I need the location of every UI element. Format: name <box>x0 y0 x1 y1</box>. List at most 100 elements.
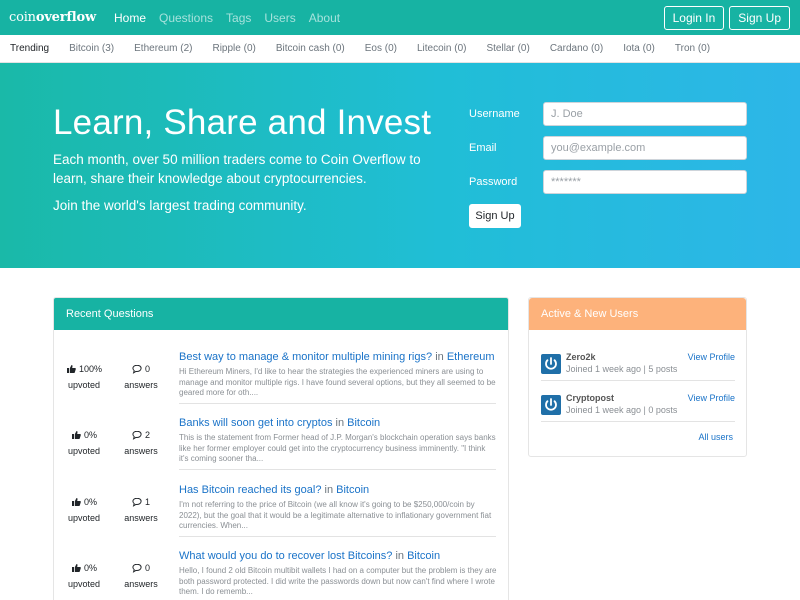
all-users-link[interactable]: All users <box>698 432 733 442</box>
question-excerpt: Hi Ethereum Miners, I'd like to hear the… <box>179 367 496 397</box>
question-title[interactable]: Has Bitcoin reached its goal? in Bitcoin <box>179 484 499 496</box>
thumbs-up-icon <box>71 563 81 573</box>
view-profile-link[interactable]: View Profile <box>688 393 735 403</box>
nav-link-questions[interactable]: Questions <box>159 11 213 25</box>
answer-count: 1 <box>144 497 150 507</box>
hero-section: Learn, Share and Invest Each month, over… <box>0 63 800 268</box>
question-category-link[interactable]: Bitcoin <box>336 484 369 496</box>
nav-link-home[interactable]: Home <box>114 11 146 25</box>
chat-bubble-icon <box>132 563 142 573</box>
question-divider <box>179 536 496 537</box>
question-excerpt: I'm not referring to the price of Bitcoi… <box>179 500 492 530</box>
view-profile-link[interactable]: View Profile <box>688 352 735 362</box>
trending-item-bitcoin[interactable]: Bitcoin (3) <box>69 43 114 54</box>
answers-label: answers <box>124 446 158 456</box>
user-divider <box>541 421 735 422</box>
question-title[interactable]: What would you do to recover lost Bitcoi… <box>179 550 499 562</box>
question-item: 0% upvoted 0 answers What would you do t… <box>54 550 508 600</box>
signup-submit-button[interactable]: Sign Up <box>469 204 521 228</box>
user-name[interactable]: Zero2k <box>566 352 596 362</box>
question-category-link[interactable]: Bitcoin <box>347 417 380 429</box>
in-label: in <box>435 351 444 363</box>
trending-item-bitcoin-cash[interactable]: Bitcoin cash (0) <box>276 43 345 54</box>
answers-label: answers <box>124 513 158 523</box>
question-divider <box>179 469 496 470</box>
question-title[interactable]: Best way to manage & monitor multiple mi… <box>179 351 499 363</box>
answer-count: 0 <box>144 563 150 573</box>
password-input[interactable] <box>543 170 747 194</box>
thumbs-up-icon <box>71 497 81 507</box>
question-excerpt: Hello, I found 2 old Bitcoin multibit wa… <box>179 566 497 596</box>
answers-label: answers <box>124 380 158 390</box>
user-divider <box>541 380 735 381</box>
nav-link-about[interactable]: About <box>309 11 340 25</box>
question-category-link[interactable]: Ethereum <box>447 351 495 363</box>
user-meta: Joined 1 week ago | 5 posts <box>566 364 678 374</box>
trending-item-iota[interactable]: Iota (0) <box>623 43 655 54</box>
power-icon <box>541 354 561 374</box>
trending-label[interactable]: Trending <box>10 43 49 54</box>
trending-item-tron[interactable]: Tron (0) <box>675 43 710 54</box>
recent-questions-card: Recent Questions 100% upvoted 0 answers … <box>53 297 509 600</box>
question-item: 100% upvoted 0 answers Best way to manag… <box>54 351 508 417</box>
user-name[interactable]: Cryptopost <box>566 393 614 403</box>
upvoted-label: upvoted <box>67 513 101 523</box>
question-title[interactable]: Banks will soon get into cryptos in Bitc… <box>179 417 499 429</box>
trending-item-stellar[interactable]: Stellar (0) <box>486 43 529 54</box>
upvoted-label: upvoted <box>67 446 101 456</box>
upvote-percent: 100% <box>78 364 103 374</box>
trending-bar: Trending Bitcoin (3) Ethereum (2) Ripple… <box>0 35 800 63</box>
power-icon <box>541 395 561 415</box>
answers-stat: 2 answers <box>116 429 166 456</box>
in-label: in <box>324 484 334 496</box>
upvoted-label: upvoted <box>67 579 101 589</box>
trending-item-eos[interactable]: Eos (0) <box>365 43 397 54</box>
question-title-link[interactable]: Banks will soon get into cryptos <box>179 417 332 429</box>
brand-logo[interactable]: coinoverflow <box>9 10 96 25</box>
answers-stat: 1 answers <box>116 496 166 523</box>
question-title-link[interactable]: Has Bitcoin reached its goal? <box>179 484 321 496</box>
upvote-stat: 0% upvoted <box>59 429 109 456</box>
username-input[interactable] <box>543 102 747 126</box>
hero-title: Learn, Share and Invest <box>53 103 432 142</box>
answers-label: answers <box>124 579 158 589</box>
auth-buttons: Login In Sign Up <box>663 6 790 30</box>
recent-questions-header: Recent Questions <box>54 298 508 330</box>
upvote-stat: 0% upvoted <box>59 496 109 523</box>
in-label: in <box>335 417 345 429</box>
trending-item-litecoin[interactable]: Litecoin (0) <box>417 43 466 54</box>
chat-bubble-icon <box>132 497 142 507</box>
question-excerpt: This is the statement from Former head o… <box>179 433 496 463</box>
signup-nav-button[interactable]: Sign Up <box>729 6 790 30</box>
email-row: Email <box>469 136 747 160</box>
username-row: Username <box>469 102 747 126</box>
thumbs-up-icon <box>66 364 76 374</box>
upvote-percent: 0% <box>83 430 97 440</box>
upvote-stat: 0% upvoted <box>59 562 109 589</box>
login-button[interactable]: Login In <box>663 6 725 30</box>
email-input[interactable] <box>543 136 747 160</box>
question-title-link[interactable]: Best way to manage & monitor multiple mi… <box>179 351 432 363</box>
question-item: 0% upvoted 1 answers Has Bitcoin reached… <box>54 484 508 550</box>
username-label: Username <box>469 108 520 120</box>
nav-link-tags[interactable]: Tags <box>226 11 251 25</box>
answers-stat: 0 answers <box>116 363 166 390</box>
upvoted-label: upvoted <box>67 380 101 390</box>
answer-count: 2 <box>144 430 150 440</box>
question-category-link[interactable]: Bitcoin <box>407 550 440 562</box>
active-users-card: Active & New Users Zero2k Joined 1 week … <box>528 297 747 457</box>
trending-item-ethereum[interactable]: Ethereum (2) <box>134 43 192 54</box>
thumbs-up-icon <box>71 430 81 440</box>
hero-lead: Each month, over 50 million traders come… <box>53 152 421 186</box>
trending-item-ripple[interactable]: Ripple (0) <box>212 43 255 54</box>
answer-count: 0 <box>144 364 150 374</box>
active-users-header: Active & New Users <box>529 298 746 330</box>
upvote-percent: 0% <box>83 563 97 573</box>
nav-link-users[interactable]: Users <box>264 11 295 25</box>
email-label: Email <box>469 142 497 154</box>
top-navbar: coinoverflow Home Questions Tags Users A… <box>0 0 800 35</box>
trending-item-cardano[interactable]: Cardano (0) <box>550 43 603 54</box>
answers-stat: 0 answers <box>116 562 166 589</box>
question-item: 0% upvoted 2 answers Banks will soon get… <box>54 417 508 483</box>
question-title-link[interactable]: What would you do to recover lost Bitcoi… <box>179 550 392 562</box>
